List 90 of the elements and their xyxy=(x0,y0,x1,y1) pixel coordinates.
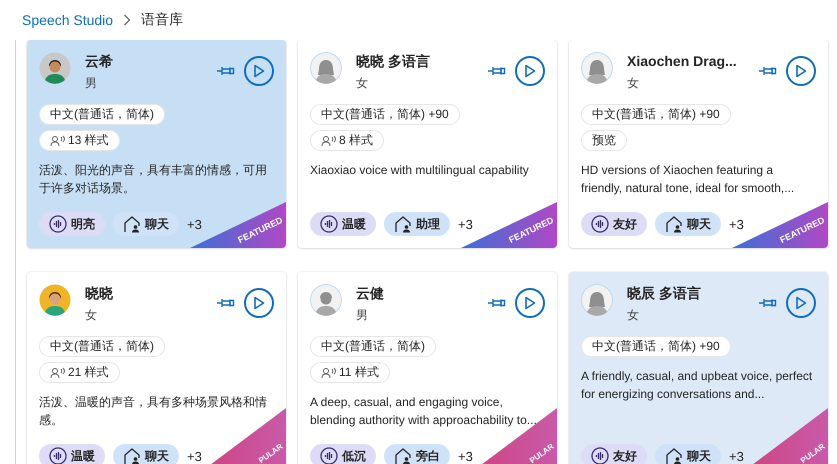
voice-gender: 女 xyxy=(356,75,369,92)
preview-chip: 预览 xyxy=(581,130,627,151)
pin-icon[interactable] xyxy=(488,66,506,76)
voice-gender: 女 xyxy=(85,307,98,324)
breadcrumb-link[interactable]: Speech Studio xyxy=(22,12,114,28)
locale-chip: 中文(普通话，简体) +90 xyxy=(581,104,731,125)
scenario-tag: 聊天 xyxy=(113,444,179,464)
pin-icon[interactable] xyxy=(759,298,777,308)
house-person-icon xyxy=(394,447,412,464)
avatar-icon xyxy=(310,52,342,84)
more-tags-count: +3 xyxy=(729,448,744,464)
house-person-icon xyxy=(665,447,683,464)
play-icon xyxy=(524,296,536,310)
voice-description: 活泼、温暖的声音，具有多种场景风格和情感。 xyxy=(39,394,268,429)
waveform-icon xyxy=(591,447,609,464)
play-icon xyxy=(795,296,807,310)
more-tags-count: +3 xyxy=(187,448,202,464)
voice-description: 活泼、阳光的声音，具有丰富的情感，可用于许多对话场景。 xyxy=(39,162,268,197)
house-person-icon xyxy=(123,447,141,464)
avatar-icon xyxy=(39,284,71,316)
voice-gender: 男 xyxy=(356,307,369,324)
voice-description: A friendly, casual, and upbeat voice, perfect for energizing conversations and... xyxy=(581,368,814,403)
voice-styles-icon xyxy=(50,134,65,146)
pin-icon[interactable] xyxy=(217,66,235,76)
tone-tag: 友好 xyxy=(581,444,647,464)
voice-description: A deep, casual, and engaging voice, blending authority with approachability to... xyxy=(310,394,538,429)
scenario-tag: 助理 xyxy=(384,212,450,236)
chevron-icon xyxy=(123,14,132,26)
waveform-icon xyxy=(591,215,609,233)
play-icon xyxy=(253,296,265,310)
more-tags-count: +3 xyxy=(458,216,473,232)
locale-chip: 中文(普通话，简体) +90 xyxy=(310,104,460,125)
avatar-icon xyxy=(581,52,613,84)
styles-chip: 21 样式 xyxy=(39,362,120,383)
voice-name: 云健 xyxy=(356,284,385,303)
voice-styles-icon xyxy=(321,366,336,378)
play-button[interactable] xyxy=(244,288,274,318)
play-button[interactable] xyxy=(515,288,545,318)
more-tags-count: +3 xyxy=(187,216,202,232)
tone-tag: 友好 xyxy=(581,212,647,236)
avatar-icon xyxy=(39,52,71,84)
tone-tag: 温暖 xyxy=(310,212,376,236)
voice-gender: 女 xyxy=(627,75,640,92)
waveform-icon xyxy=(320,215,338,233)
breadcrumb-current: 语音库 xyxy=(141,11,184,29)
tone-tag: 低沉 xyxy=(310,444,376,464)
avatar-icon xyxy=(581,284,613,316)
locale-chip: 中文(普通话，简体) xyxy=(39,336,165,357)
locale-chip: 中文(普通话，简体) xyxy=(39,104,165,125)
pin-icon[interactable] xyxy=(759,66,777,76)
scenario-tag: 聊天 xyxy=(655,212,721,236)
house-person-icon xyxy=(665,215,683,233)
tone-tag: 温暖 xyxy=(39,444,105,464)
voice-gender: 女 xyxy=(627,307,640,324)
play-icon xyxy=(253,64,265,78)
scenario-tag: 聊天 xyxy=(113,212,179,236)
locale-chip: 中文(普通话，简体) +90 xyxy=(581,336,731,357)
voice-name: 晓晓 xyxy=(85,284,114,303)
tone-tag: 明亮 xyxy=(39,212,105,236)
play-icon xyxy=(524,64,536,78)
scenario-tag: 聊天 xyxy=(655,444,721,464)
waveform-icon xyxy=(49,215,67,233)
pin-icon[interactable] xyxy=(217,298,235,308)
styles-chip: 13 样式 xyxy=(39,130,120,151)
waveform-icon xyxy=(320,447,338,464)
styles-chip: 8 样式 xyxy=(310,130,384,151)
voice-description: Xiaoxiao voice with multilingual capability xyxy=(310,162,530,179)
house-person-icon xyxy=(123,215,141,233)
play-button[interactable] xyxy=(786,56,816,86)
voice-name: 云希 xyxy=(85,52,114,71)
more-tags-count: +3 xyxy=(729,216,744,232)
more-tags-count: +3 xyxy=(458,448,473,464)
voice-styles-icon xyxy=(321,134,336,146)
styles-chip: 11 样式 xyxy=(310,362,390,383)
voice-name: 晓辰 多语言 xyxy=(627,284,702,303)
play-button[interactable] xyxy=(786,288,816,318)
waveform-icon xyxy=(49,447,67,464)
voice-name: 晓晓 多语言 xyxy=(356,52,431,71)
voice-styles-icon xyxy=(50,366,65,378)
locale-chip: 中文(普通话，简体) xyxy=(310,336,436,357)
house-person-icon xyxy=(394,215,412,233)
voice-gender: 男 xyxy=(85,75,98,92)
play-button[interactable] xyxy=(244,56,274,86)
voice-description: HD versions of Xiaochen featuring a friendly, natural tone, ideal for smooth,... xyxy=(581,162,796,197)
play-icon xyxy=(795,64,807,78)
scenario-tag: 旁白 xyxy=(384,444,450,464)
play-button[interactable] xyxy=(515,56,545,86)
pin-icon[interactable] xyxy=(488,298,506,308)
voice-name: Xiaochen Drag... xyxy=(627,52,738,71)
avatar-icon xyxy=(310,284,342,316)
